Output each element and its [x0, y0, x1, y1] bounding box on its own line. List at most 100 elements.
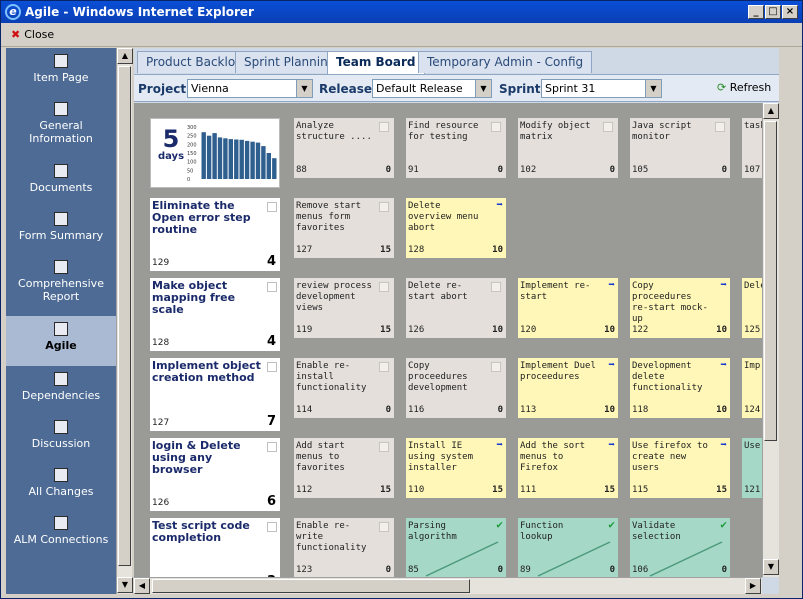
minimize-button[interactable]: _: [748, 5, 764, 19]
task-text: Add start menus to favorites: [296, 441, 345, 473]
task-card[interactable]: Enable re-write functionality 123 0: [294, 518, 394, 577]
task-card[interactable]: Function lookup ✔ 89 0: [518, 518, 618, 577]
arrow-right-icon: ➡: [496, 438, 503, 451]
burndown-bar: [266, 153, 271, 179]
scroll-down-icon[interactable]: ▼: [117, 577, 133, 593]
task-text: Java script monitor: [632, 121, 692, 142]
task-card[interactable]: Delete overview menu abort ➡ 128 10: [406, 198, 506, 258]
task-card[interactable]: Delete re-start abort 126 10: [406, 278, 506, 338]
sidebar-item-4[interactable]: Comprehensive Report: [6, 254, 116, 316]
story-card[interactable]: Eliminate the Open error step routine 129…: [150, 198, 280, 271]
sidebar-item-9[interactable]: ALM Connections: [6, 510, 116, 572]
task-card[interactable]: Install IE using system installer ➡ 110 15: [406, 438, 506, 498]
close-window-button[interactable]: ×: [782, 5, 798, 19]
task-card[interactable]: Copy proceedures re-start mock-up ➡ 122 10: [630, 278, 730, 338]
release-value: Default Release: [376, 82, 463, 95]
task-card[interactable]: Find resource for testing 91 0: [406, 118, 506, 178]
scroll-up-icon[interactable]: ▲: [117, 48, 133, 64]
story-card[interactable]: Make object mapping free scale 128 4: [150, 278, 280, 351]
team-board: 5 days 300 250 200 150 100 50 0 Eliminate the …: [134, 103, 762, 577]
board-vscroll-thumb[interactable]: [764, 121, 777, 441]
sidebar-item-0[interactable]: Item Page: [6, 48, 116, 96]
task-card[interactable]: Development delete functionality ➡ 118 10: [630, 358, 730, 418]
task-id: 121: [744, 485, 761, 495]
sprint-select[interactable]: Sprint 31 ▼: [541, 79, 662, 98]
task-checkbox[interactable]: [491, 362, 501, 372]
chevron-down-icon[interactable]: ▼: [475, 80, 491, 97]
task-id: 118: [632, 405, 649, 415]
menu-bar: ✖ Close: [1, 23, 802, 47]
sidebar-item-8[interactable]: All Changes: [6, 462, 116, 510]
sidebar-item-2[interactable]: Documents: [6, 158, 116, 206]
y-tick-label: 100: [187, 160, 197, 166]
board-hscroll-thumb[interactable]: [152, 579, 470, 593]
task-id: 128: [408, 245, 425, 255]
task-card[interactable]: review process development views 119 15: [294, 278, 394, 338]
task-checkbox[interactable]: [603, 122, 613, 132]
story-checkbox[interactable]: [267, 362, 277, 372]
sidebar-scrollbar[interactable]: ▲ ▼: [116, 48, 133, 594]
task-card[interactable]: Analyze structure .... 88 0: [294, 118, 394, 178]
board-vertical-scrollbar[interactable]: ▲ ▼: [762, 103, 779, 577]
task-points: 15: [604, 485, 615, 495]
story-checkbox[interactable]: [267, 442, 277, 452]
task-checkbox[interactable]: [379, 362, 389, 372]
scroll-right-icon[interactable]: ▶: [745, 578, 761, 594]
story-checkbox[interactable]: [267, 282, 277, 292]
sidebar-item-6[interactable]: Dependencies: [6, 366, 116, 414]
sidebar-item-1[interactable]: General Information: [6, 96, 116, 158]
task-card[interactable]: Use firefox to create new users ➡ 115 15: [630, 438, 730, 498]
story-card[interactable]: login & Delete using any browser 126 6: [150, 438, 280, 511]
story-card[interactable]: Test script code completion3: [150, 518, 280, 577]
task-card[interactable]: Copy proceedures development 116 0: [406, 358, 506, 418]
task-id: 127: [296, 245, 313, 255]
chevron-down-icon[interactable]: ▼: [645, 80, 661, 97]
task-checkbox[interactable]: [379, 122, 389, 132]
task-id: 114: [296, 405, 313, 415]
release-select[interactable]: Default Release ▼: [372, 79, 492, 98]
task-card[interactable]: Remove start menus form favorites 127 15: [294, 198, 394, 258]
sidebar-item-7[interactable]: Discussion: [6, 414, 116, 462]
task-checkbox[interactable]: [715, 122, 725, 132]
chevron-down-icon[interactable]: ▼: [296, 80, 312, 97]
task-card[interactable]: Use dele✔121: [742, 438, 762, 498]
sidebar-item-3[interactable]: Form Summary: [6, 206, 116, 254]
story-card[interactable]: Implement object creation method 127 7: [150, 358, 280, 431]
maximize-button[interactable]: □: [765, 5, 781, 19]
scroll-up-icon[interactable]: ▲: [763, 103, 779, 119]
project-select[interactable]: Vienna ▼: [187, 79, 313, 98]
task-card[interactable]: Dele proc star➡125: [742, 278, 762, 338]
task-card[interactable]: Implement Duel proceedures ➡ 113 10: [518, 358, 618, 418]
scroll-left-icon[interactable]: ◀: [134, 578, 150, 594]
task-card[interactable]: Imp star➡124: [742, 358, 762, 418]
task-checkbox[interactable]: [379, 442, 389, 452]
task-id: 112: [296, 485, 313, 495]
tab-temporary-admin-config[interactable]: Temporary Admin - Config: [418, 51, 593, 73]
task-id: 116: [408, 405, 425, 415]
task-card[interactable]: Add start menus to favorites 112 15: [294, 438, 394, 498]
scroll-down-icon[interactable]: ▼: [763, 559, 779, 575]
title-bar: e Agile - Windows Internet Explorer _ □ …: [1, 1, 802, 23]
task-card[interactable]: Modify object matrix 102 0: [518, 118, 618, 178]
story-checkbox[interactable]: [267, 522, 277, 532]
board-horizontal-scrollbar[interactable]: ◀ ▶: [134, 577, 762, 594]
task-card[interactable]: Validate selection ✔ 106 0: [630, 518, 730, 577]
task-card[interactable]: Java script monitor 105 0: [630, 118, 730, 178]
report-icon: [54, 260, 68, 274]
task-card[interactable]: Add the sort menus to Firefox ➡ 111 15: [518, 438, 618, 498]
task-checkbox[interactable]: [379, 282, 389, 292]
close-button[interactable]: ✖ Close: [11, 28, 54, 41]
sidebar-scroll-thumb[interactable]: [118, 66, 131, 566]
task-checkbox[interactable]: [491, 282, 501, 292]
sidebar-item-5[interactable]: Agile: [6, 316, 116, 366]
tab-team-board[interactable]: Team Board: [327, 51, 425, 74]
task-checkbox[interactable]: [491, 122, 501, 132]
task-card[interactable]: task reco 107: [742, 118, 762, 178]
refresh-button[interactable]: ⟳ Refresh: [717, 81, 771, 94]
task-checkbox[interactable]: [379, 202, 389, 212]
task-checkbox[interactable]: [379, 522, 389, 532]
task-card[interactable]: Parsing algorithm ✔ 85 0: [406, 518, 506, 577]
task-card[interactable]: Implement re-start ➡ 120 10: [518, 278, 618, 338]
task-card[interactable]: Enable re-install functionality 114 0: [294, 358, 394, 418]
story-checkbox[interactable]: [267, 202, 277, 212]
